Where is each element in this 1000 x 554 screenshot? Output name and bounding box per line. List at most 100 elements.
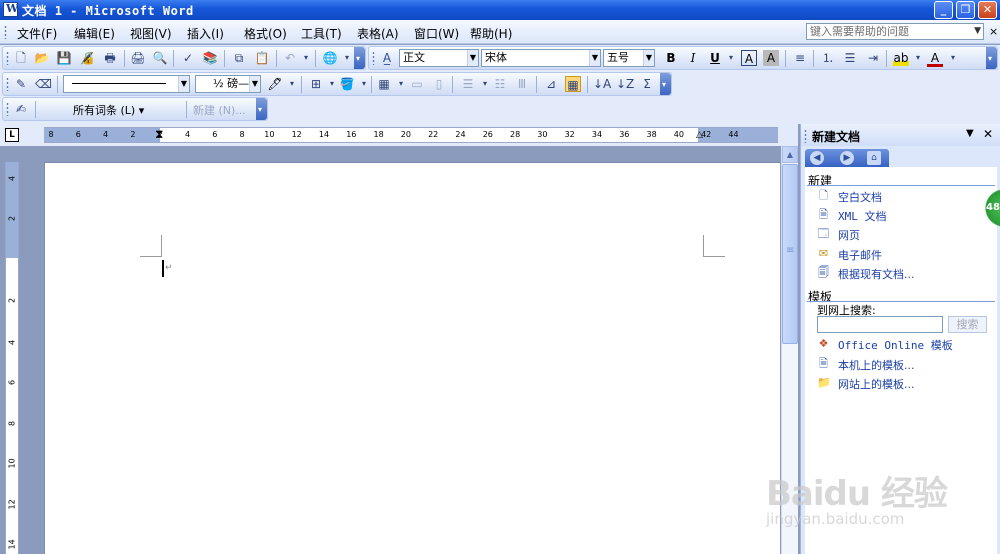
menu-table[interactable]: 表格(A) (357, 25, 399, 42)
menu-insert[interactable]: 插入(I) (187, 25, 224, 42)
back-icon[interactable]: ◀ (810, 151, 824, 165)
chevron-down-icon[interactable]: ▾ (339, 50, 355, 66)
chevron-down-icon[interactable]: ▼ (178, 76, 189, 92)
align-cell-icon[interactable]: ☰ (460, 76, 476, 92)
character-shading-icon[interactable]: A (763, 50, 779, 66)
character-border-icon[interactable]: A (741, 50, 757, 66)
toolbar-options-button[interactable] (660, 73, 671, 95)
autotext-icon[interactable]: ✍ (13, 101, 29, 117)
chevron-down-icon[interactable]: ▾ (284, 76, 300, 92)
template-search-button[interactable]: 搜索 (948, 316, 987, 333)
font-size-select[interactable]: 五号 ▼ (603, 49, 655, 67)
font-color-icon[interactable]: A (927, 50, 943, 67)
bold-icon[interactable]: B (663, 50, 679, 66)
toolbar-grip[interactable] (6, 51, 9, 65)
help-search-input[interactable]: 键入需要帮助的问题 ▼ (806, 23, 984, 40)
merge-cells-icon[interactable]: ▭ (409, 76, 425, 92)
chevron-down-icon[interactable]: ▼ (467, 50, 478, 66)
research-icon[interactable]: 📚 (202, 50, 218, 66)
toolbar-options-button[interactable] (354, 47, 365, 69)
menu-grip[interactable] (4, 25, 7, 39)
chevron-down-icon[interactable]: ▾ (298, 50, 314, 66)
menu-file[interactable]: 文件(F) (17, 25, 57, 42)
font-select[interactable]: 宋体 ▼ (481, 49, 601, 67)
style-select[interactable]: 正文 ▼ (399, 49, 479, 67)
eraser-icon[interactable]: ⌫ (35, 76, 52, 92)
print-icon[interactable]: 🖶 (102, 50, 118, 66)
task-pane-grip[interactable] (804, 129, 807, 143)
task-pane-menu-icon[interactable]: ▼ (966, 128, 974, 139)
autosum-icon[interactable]: Σ (639, 76, 655, 92)
toolbar-options-button[interactable] (256, 98, 267, 120)
scroll-thumb[interactable] (782, 164, 798, 344)
print-preview-icon[interactable]: 🖨 (130, 50, 146, 66)
restore-button[interactable]: ❐ (956, 1, 975, 19)
home-icon[interactable]: ⌂ (867, 151, 881, 165)
chevron-down-icon[interactable]: ▼ (974, 24, 981, 39)
horizontal-ruler[interactable]: ⧗ △ 8 6 4 2 2 4 6 8 10 12 14 16 18 20 22 24 26 28 30 32 34 36… (44, 127, 778, 143)
distribute-rows-icon[interactable]: ☷ (492, 76, 508, 92)
draw-table-icon[interactable]: ✎ (13, 76, 29, 92)
menu-edit[interactable]: 编辑(E) (74, 25, 115, 42)
task-pane-close-icon[interactable]: ✕ (983, 127, 993, 141)
table-autoformat-icon[interactable]: ⊿ (543, 76, 559, 92)
toolbar-options-button[interactable] (986, 47, 997, 69)
document-page[interactable]: ↵ (44, 162, 780, 554)
chevron-down-icon[interactable]: ▾ (945, 50, 961, 66)
scroll-up-icon[interactable]: ▲ (782, 146, 798, 163)
numbering-icon[interactable]: ⒈ (820, 50, 836, 66)
copy-icon[interactable]: ⧉ (231, 50, 247, 66)
tab-stop-selector[interactable]: L (5, 128, 19, 142)
line-style-select[interactable]: ▼ (63, 75, 190, 93)
shading-color-icon[interactable]: 🪣 (339, 76, 355, 92)
border-color-icon[interactable]: 🖊 (267, 76, 283, 92)
menu-view[interactable]: 视图(V) (130, 25, 172, 42)
chevron-down-icon[interactable]: ▾ (393, 76, 409, 92)
chevron-down-icon[interactable]: ▾ (324, 76, 340, 92)
template-search-input[interactable] (817, 316, 943, 333)
chevron-down-icon[interactable]: ▼ (589, 50, 600, 66)
chevron-down-icon[interactable]: ▾ (723, 50, 739, 66)
align-center-icon[interactable]: ≡ (792, 50, 808, 66)
chevron-down-icon[interactable]: ▼ (249, 76, 260, 92)
show-gridlines-icon[interactable]: ▦ (565, 76, 581, 92)
italic-icon[interactable]: I (685, 50, 701, 66)
vertical-ruler[interactable]: 4 2 2 4 6 8 10 12 14 (5, 162, 19, 554)
underline-icon[interactable]: U (707, 50, 723, 66)
zoom-preview-icon[interactable]: 🔍 (152, 50, 168, 66)
chevron-down-icon[interactable]: ▼ (643, 50, 654, 66)
new-entry-button[interactable]: 新建 (N)... (193, 102, 246, 118)
close-document-button[interactable]: × (989, 25, 998, 38)
sort-descending-icon[interactable]: ↓Z (616, 76, 634, 92)
line-weight-select[interactable]: ½ 磅— ▼ (195, 75, 261, 93)
all-entries-button[interactable]: 所有词条 (L) ▾ (73, 102, 144, 118)
split-cells-icon[interactable]: ▯ (431, 76, 447, 92)
minimize-button[interactable]: _ (934, 1, 953, 19)
borders-icon[interactable]: ⊞ (308, 76, 324, 92)
close-button[interactable]: ✕ (978, 1, 997, 19)
menu-help[interactable]: 帮助(H) (470, 25, 512, 42)
hyperlink-icon[interactable]: 🌐 (322, 50, 338, 66)
chevron-down-icon[interactable]: ▾ (356, 76, 372, 92)
new-document-icon[interactable]: 🗋 (13, 50, 29, 66)
forward-icon[interactable]: ▶ (840, 151, 854, 165)
word-app-icon[interactable] (3, 2, 18, 17)
paste-icon[interactable]: 📋 (254, 50, 270, 66)
floating-badge[interactable]: 48 (984, 186, 1000, 230)
toolbar-grip[interactable] (6, 77, 9, 91)
increase-indent-icon[interactable]: ⇥ (865, 50, 881, 66)
spelling-icon[interactable]: ✓ (180, 50, 196, 66)
styles-formatting-icon[interactable]: A̲ (379, 50, 395, 66)
menu-tools[interactable]: 工具(T) (301, 25, 342, 42)
highlight-icon[interactable]: ab (893, 50, 909, 66)
undo-icon[interactable]: ↶ (282, 50, 298, 66)
chevron-down-icon[interactable]: ▾ (910, 50, 926, 66)
chevron-down-icon[interactable]: ▾ (477, 76, 493, 92)
open-folder-icon[interactable]: 📂 (34, 50, 50, 66)
insert-table-icon[interactable]: ▦ (376, 76, 392, 92)
sort-ascending-icon[interactable]: ↓A (593, 76, 611, 92)
distribute-columns-icon[interactable]: Ⅲ (514, 76, 530, 92)
menu-window[interactable]: 窗口(W) (414, 25, 459, 42)
bullets-icon[interactable]: ☰ (842, 50, 858, 66)
permission-icon[interactable]: 🔏 (79, 50, 95, 66)
